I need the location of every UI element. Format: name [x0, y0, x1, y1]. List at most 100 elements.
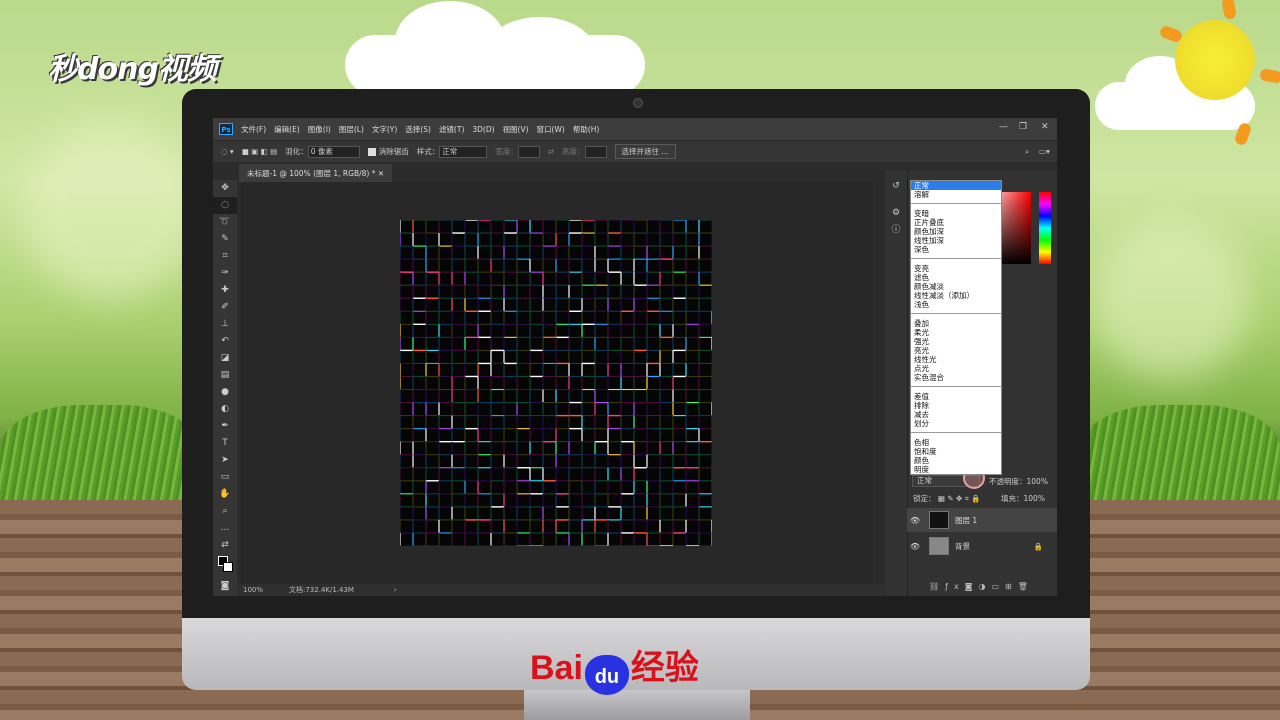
blur-tool-icon[interactable]: ● [213, 384, 237, 401]
clone-stamp-tool-icon[interactable]: ⊥ [213, 316, 237, 333]
menu-help[interactable]: 帮助(H) [573, 124, 600, 135]
blend-mode-option[interactable]: 溶解 [911, 190, 1001, 199]
menu-edit[interactable]: 编辑(E) [274, 124, 300, 135]
status-arrow-icon[interactable]: › [394, 586, 397, 594]
eye-icon[interactable]: 👁 [907, 516, 923, 525]
antialias-checkbox[interactable]: 消除锯齿 [367, 146, 409, 157]
blend-mode-option[interactable]: 划分 [911, 419, 1001, 428]
gradient-tool-icon[interactable]: ▤ [213, 367, 237, 384]
menu-3d[interactable]: 3D(D) [472, 125, 494, 134]
blend-mode-option[interactable]: 强光 [911, 337, 1001, 346]
eye-icon[interactable]: 👁 [907, 542, 923, 551]
menu-file[interactable]: 文件(F) [241, 124, 266, 135]
swap-colors-icon[interactable]: ⇄ [213, 537, 237, 554]
photoshop-logo-icon[interactable]: Ps [219, 123, 233, 135]
blend-mode-option[interactable]: 线性减淡（添加） [911, 291, 1001, 300]
opacity-value[interactable]: 100% [1027, 477, 1048, 486]
blend-mode-option[interactable]: 实色混合 [911, 373, 1001, 382]
healing-brush-tool-icon[interactable]: ✚ [213, 282, 237, 299]
move-tool-icon[interactable]: ✥ [213, 180, 237, 197]
blend-mode-option[interactable]: 点光 [911, 364, 1001, 373]
dodge-tool-icon[interactable]: ◐ [213, 401, 237, 418]
quick-mask-icon[interactable]: ◙ [213, 578, 237, 595]
restore-icon[interactable]: ❐ [1019, 122, 1027, 132]
blend-mode-option[interactable]: 变暗 [911, 209, 1001, 218]
width-input[interactable] [517, 145, 540, 158]
blend-mode-option[interactable]: 变亮 [911, 264, 1001, 273]
pen-tool-icon[interactable]: ✒ [213, 418, 237, 435]
history-brush-tool-icon[interactable]: ↶ [213, 333, 237, 350]
new-layer-icon[interactable]: ⊞ [1005, 582, 1018, 591]
blend-mode-option[interactable]: 正常 [911, 181, 1001, 190]
close-tab-icon[interactable]: ✕ [378, 169, 384, 178]
blend-mode-option[interactable]: 差值 [911, 392, 1001, 401]
layer-name[interactable]: 图层 1 [955, 515, 977, 526]
foreground-background-color-icon[interactable] [213, 554, 237, 578]
fill-value[interactable]: 100% [1024, 494, 1045, 503]
close-icon[interactable]: ✕ [1041, 122, 1049, 132]
blend-mode-option[interactable]: 叠加 [911, 319, 1001, 328]
quick-selection-tool-icon[interactable]: ✎ [213, 231, 237, 248]
layer-row[interactable]: 👁 图层 1 [907, 508, 1057, 532]
info-panel-icon[interactable]: ⓘ [885, 222, 907, 239]
hand-tool-icon[interactable]: ✋ [213, 486, 237, 503]
select-and-mask-button[interactable]: 选择并遮住 ... [614, 144, 676, 159]
blend-mode-option[interactable]: 明度 [911, 465, 1001, 474]
blend-mode-dropdown[interactable]: 正常 溶解 变暗 正片叠底 颜色加深 线性加深 深色 变亮 滤色 颜色减淡 线性减淡（添加） 浅色 叠加… [910, 180, 1002, 475]
blend-mode-option[interactable]: 柔光 [911, 328, 1001, 337]
blend-mode-option[interactable]: 颜色 [911, 456, 1001, 465]
blend-mode-option[interactable]: 颜色加深 [911, 227, 1001, 236]
blend-mode-option[interactable]: 减去 [911, 410, 1001, 419]
lock-icons[interactable]: ▦ ✎ ✥ ⌗ 🔒 [938, 494, 981, 503]
blend-mode-option[interactable]: 线性光 [911, 355, 1001, 364]
link-icon[interactable]: ⛓ [929, 582, 945, 591]
layer-row[interactable]: 👁 背景 🔒 [907, 534, 1057, 558]
menu-select[interactable]: 选择(S) [405, 124, 431, 135]
menu-window[interactable]: 窗口(W) [537, 124, 565, 135]
layer-name[interactable]: 背景 [955, 541, 970, 552]
rectangle-tool-icon[interactable]: ▭ [213, 469, 237, 486]
blend-mode-option[interactable]: 色相 [911, 438, 1001, 447]
minimize-icon[interactable]: — [999, 122, 1008, 132]
blend-mode-option[interactable]: 饱和度 [911, 447, 1001, 456]
mask-icon[interactable]: ◙ [965, 582, 979, 591]
blend-mode-option[interactable]: 深色 [911, 245, 1001, 254]
blend-mode-option[interactable]: 正片叠底 [911, 218, 1001, 227]
style-select[interactable]: 正常 [439, 145, 488, 158]
lasso-tool-icon[interactable]: ➰ [213, 214, 237, 231]
folder-icon[interactable]: ▭ [991, 582, 1005, 591]
search-icon[interactable]: ⌕ [1025, 147, 1029, 157]
menu-filter[interactable]: 滤镜(T) [439, 124, 464, 135]
menu-type[interactable]: 文字(Y) [372, 124, 397, 135]
canvas-area[interactable] [241, 182, 873, 588]
workspace-icon[interactable]: ▭▾ [1039, 147, 1050, 156]
new-selection-icon[interactable]: ■ ▣ ◧ ▤ [242, 147, 278, 156]
brush-tool-icon[interactable]: ✐ [213, 299, 237, 316]
document-tab[interactable]: 未标题-1 @ 100% (图层 1, RGB/8) * ✕ [239, 164, 393, 182]
marquee-tool-icon[interactable]: ◌ ▾ [221, 147, 234, 156]
hue-slider[interactable] [1039, 192, 1051, 264]
document-canvas[interactable] [400, 220, 712, 546]
trash-icon[interactable]: 🗑 [1018, 582, 1034, 591]
blend-mode-option[interactable]: 颜色减淡 [911, 282, 1001, 291]
blend-mode-option[interactable]: 亮光 [911, 346, 1001, 355]
swap-icon[interactable]: ⇄ [548, 147, 554, 156]
crop-tool-icon[interactable]: ⌗ [213, 248, 237, 265]
fx-icon[interactable]: ƒx [945, 582, 965, 591]
blend-mode-option[interactable]: 浅色 [911, 300, 1001, 309]
menu-image[interactable]: 图像(I) [308, 124, 331, 135]
menu-view[interactable]: 视图(V) [503, 124, 529, 135]
menu-layer[interactable]: 图层(L) [339, 124, 364, 135]
eraser-tool-icon[interactable]: ◪ [213, 350, 237, 367]
blend-mode-option[interactable]: 排除 [911, 401, 1001, 410]
history-panel-icon[interactable]: ↺ [885, 178, 907, 195]
feather-input[interactable]: 0 像素 [307, 145, 360, 158]
adjustment-icon[interactable]: ◑ [978, 582, 991, 591]
height-input[interactable] [584, 145, 607, 158]
path-selection-tool-icon[interactable]: ➤ [213, 452, 237, 469]
type-tool-icon[interactable]: T [213, 435, 237, 452]
elliptical-marquee-tool-icon[interactable]: ◌ [213, 197, 237, 214]
blend-mode-option[interactable]: 线性加深 [911, 236, 1001, 245]
properties-panel-icon[interactable]: ⚙ [885, 205, 907, 222]
zoom-level[interactable]: 100% [243, 586, 283, 594]
